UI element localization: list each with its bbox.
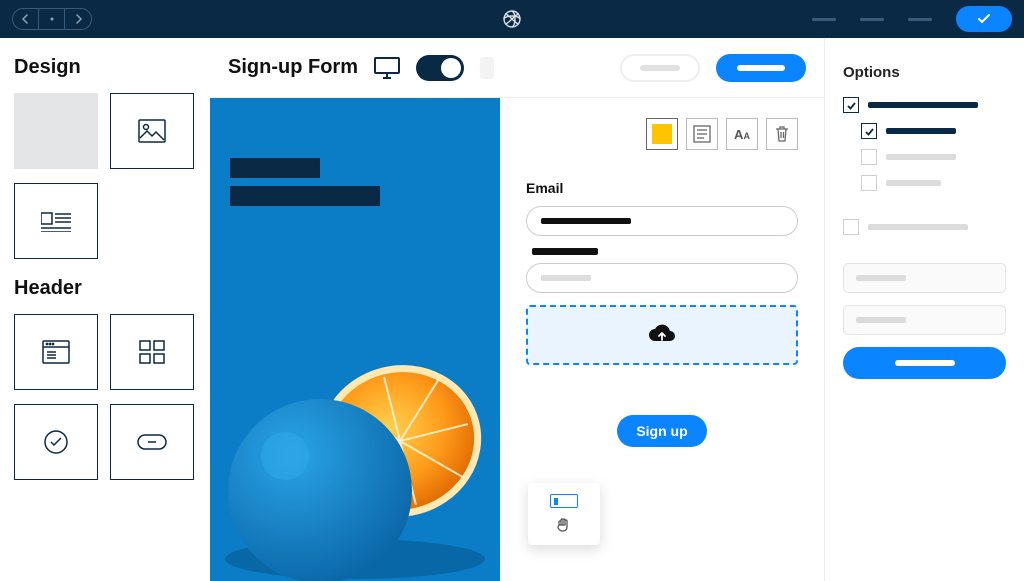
option-input-2[interactable] (843, 305, 1006, 335)
progress-step (860, 18, 884, 21)
color-tool[interactable] (646, 118, 678, 150)
option-row-1a[interactable] (861, 123, 1006, 139)
checkbox-empty-icon[interactable] (861, 175, 877, 191)
grid-icon (139, 340, 165, 364)
secondary-action-button[interactable] (620, 54, 700, 82)
color-swatch-icon (652, 124, 672, 144)
heading-line-1 (230, 158, 320, 178)
check-circle-icon (43, 429, 69, 455)
design-tile-blank[interactable] (14, 93, 98, 169)
design-tile-image[interactable] (110, 93, 194, 169)
mobile-icon[interactable] (480, 57, 494, 79)
text-image-icon (41, 210, 71, 232)
center-workspace: Sign-up Form (210, 38, 824, 581)
upload-dropzone[interactable] (526, 305, 798, 365)
field-preview-icon (550, 494, 578, 508)
option-row-1b[interactable] (861, 149, 1006, 165)
forward-segment[interactable] (65, 9, 91, 29)
trash-icon (774, 125, 790, 143)
grab-hand-icon (555, 516, 573, 534)
option-row-2[interactable] (843, 219, 1006, 235)
mid-segment[interactable] (39, 9, 65, 29)
header-tile-browser[interactable] (14, 314, 98, 390)
checkbox-empty-icon[interactable] (861, 149, 877, 165)
option-row-1[interactable] (843, 97, 1006, 113)
text-input-2[interactable] (526, 263, 798, 293)
options-title: Options (843, 64, 1006, 81)
pill-minus-icon (137, 434, 167, 450)
panel-primary-button[interactable] (843, 347, 1006, 379)
cloud-upload-icon (647, 324, 677, 346)
progress-step (908, 18, 932, 21)
options-panel: Options (824, 38, 1024, 581)
device-toggle[interactable] (416, 55, 464, 81)
header-section-title: Header (14, 277, 196, 300)
font-icon: AA (734, 127, 750, 142)
signup-button[interactable]: Sign up (617, 415, 707, 447)
back-segment[interactable] (13, 9, 39, 29)
drag-element-card[interactable] (528, 483, 600, 545)
heading-line-2 (230, 186, 380, 206)
image-icon (138, 119, 166, 143)
form-panel: AA Email Sign up (500, 98, 824, 581)
header-tile-pill[interactable] (110, 404, 194, 480)
top-bar (0, 0, 1024, 38)
field-2-label (532, 248, 598, 255)
header-tile-grid[interactable] (110, 314, 194, 390)
text-block-icon (693, 125, 711, 143)
option-input-1[interactable] (843, 263, 1006, 293)
center-header: Sign-up Form (210, 38, 824, 98)
browser-icon (42, 340, 70, 364)
app-logo-icon (502, 9, 522, 29)
form-title: Sign-up Form (228, 56, 358, 79)
confirm-button[interactable] (956, 6, 1012, 32)
design-section-title: Design (14, 56, 196, 79)
text-block-tool[interactable] (686, 118, 718, 150)
history-controls (12, 8, 92, 30)
header-tile-check[interactable] (14, 404, 98, 480)
image-panel[interactable] (210, 98, 500, 581)
checkbox-checked-icon[interactable] (861, 123, 877, 139)
checkbox-empty-icon[interactable] (843, 219, 859, 235)
email-label: Email (526, 180, 798, 196)
design-tile-text-image[interactable] (14, 183, 98, 259)
checkbox-checked-icon[interactable] (843, 97, 859, 113)
desktop-icon[interactable] (374, 57, 400, 79)
progress-step (812, 18, 836, 21)
font-tool[interactable]: AA (726, 118, 758, 150)
delete-tool[interactable] (766, 118, 798, 150)
email-input[interactable] (526, 206, 798, 236)
orange-illustration (210, 291, 500, 581)
option-row-1c[interactable] (861, 175, 1006, 191)
sidebar: Design Header (0, 38, 210, 581)
primary-action-button[interactable] (716, 54, 806, 82)
